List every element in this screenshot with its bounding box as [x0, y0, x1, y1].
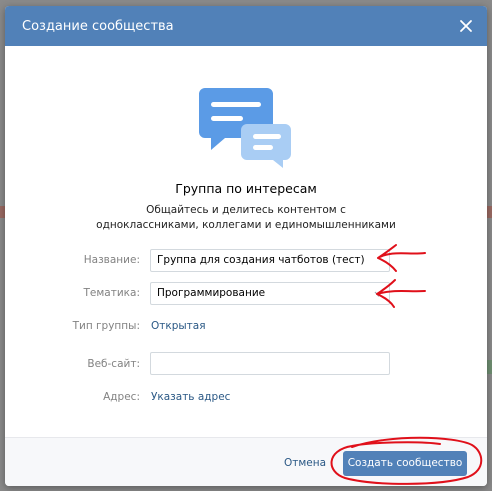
create-community-modal: Создание сообщества Группа по интересам …: [5, 6, 487, 486]
website-label: Веб-сайт:: [87, 358, 140, 370]
close-icon[interactable]: [457, 17, 475, 35]
website-input[interactable]: [150, 352, 390, 375]
group-type-title: Группа по интересам: [175, 181, 317, 196]
chat-bubbles-icon: [199, 88, 291, 168]
topic-select[interactable]: Программирование: [150, 282, 390, 305]
cancel-button[interactable]: Отмена: [284, 457, 326, 469]
group-type-link[interactable]: Открытая: [151, 320, 206, 332]
group-type-label: Тип группы:: [72, 320, 140, 332]
modal-title: Создание сообщества: [22, 18, 174, 34]
specify-address-link[interactable]: Указать адрес: [151, 391, 230, 403]
modal-footer: Отмена Создать сообщество: [5, 437, 487, 486]
address-label: Адрес:: [103, 391, 140, 403]
modal-header: Создание сообщества: [5, 6, 487, 46]
name-input[interactable]: Группа для создания чатботов (тест): [150, 249, 390, 272]
topic-select-value: Программирование: [157, 287, 266, 299]
chevron-down-icon: [374, 291, 383, 297]
group-type-description: Общайтесь и делитесь контентом с однокла…: [96, 204, 396, 231]
name-label: Название:: [83, 254, 140, 266]
topic-label: Тематика:: [83, 287, 140, 299]
create-community-button[interactable]: Создать сообщество: [343, 451, 467, 476]
